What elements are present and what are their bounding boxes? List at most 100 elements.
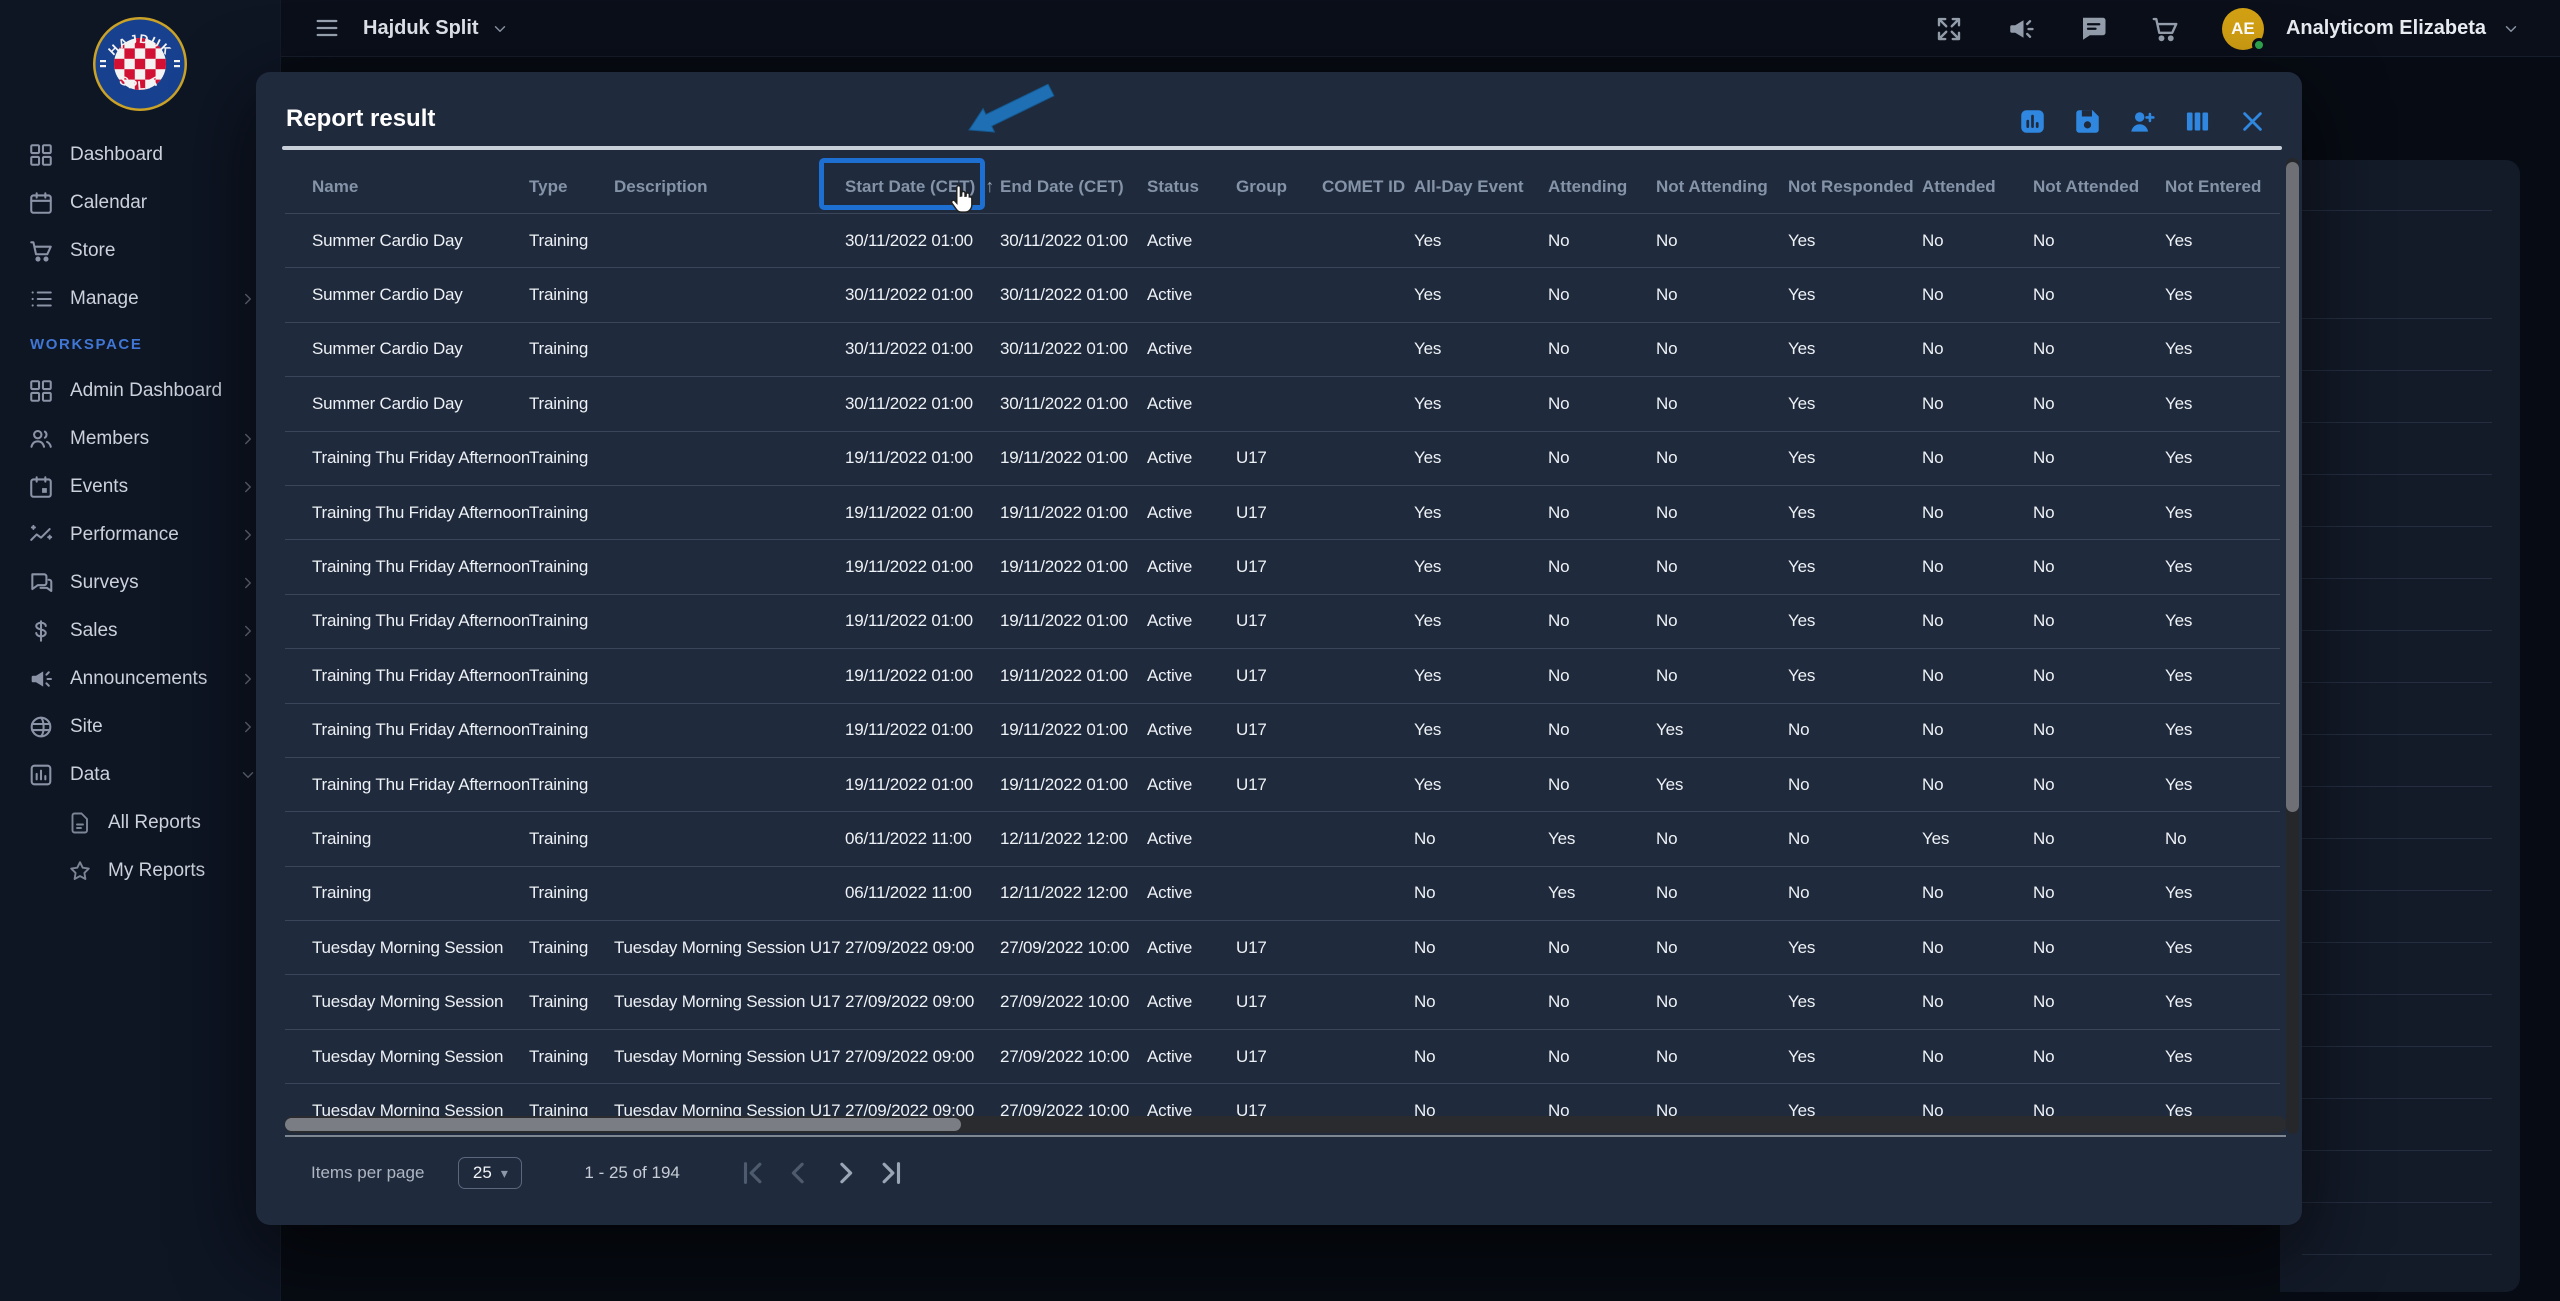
chevron-right-icon — [239, 718, 257, 736]
table-cell: Training — [529, 557, 614, 577]
columns-button[interactable] — [2184, 108, 2211, 135]
column-header-comet-id[interactable]: COMET ID — [1322, 177, 1414, 197]
table-row[interactable]: Training Thu Friday AfternoonTraining19/… — [285, 757, 2280, 811]
menu-icon[interactable] — [313, 14, 341, 42]
last-page-button[interactable] — [876, 1158, 906, 1188]
column-header-attending[interactable]: Attending — [1548, 177, 1656, 197]
table-cell: Yes — [1656, 720, 1788, 740]
table-header-row: NameTypeDescriptionStart Date (CET)↑End … — [285, 160, 2280, 213]
user-avatar[interactable]: AE — [2222, 8, 2264, 50]
column-header-start-date-cet-[interactable]: Start Date (CET)↑ — [845, 176, 1000, 197]
megaphone-icon[interactable] — [2006, 14, 2036, 44]
table-row[interactable]: Training Thu Friday AfternoonTraining19/… — [285, 648, 2280, 702]
sidebar-item-manage[interactable]: Manage — [0, 275, 281, 323]
user-menu[interactable]: Analyticom Elizabeta — [2286, 17, 2486, 40]
sidebar-item-announcements[interactable]: Announcements — [0, 655, 281, 703]
table-cell: Yes — [1414, 339, 1548, 359]
table-cell: 19/11/2022 01:00 — [845, 557, 1000, 577]
table-row[interactable]: Summer Cardio DayTraining30/11/2022 01:0… — [285, 267, 2280, 321]
vertical-scrollbar[interactable] — [2286, 158, 2299, 1134]
table-row[interactable]: Tuesday Morning SessionTrainingTuesday M… — [285, 974, 2280, 1028]
close-button[interactable] — [2239, 108, 2266, 135]
table-row[interactable]: Tuesday Morning SessionTrainingTuesday M… — [285, 920, 2280, 974]
table-cell: No — [1922, 1047, 2033, 1067]
table-cell: Yes — [2165, 231, 2280, 251]
column-header-end-date-cet-[interactable]: End Date (CET) — [1000, 177, 1147, 197]
table-row[interactable]: Training Thu Friday AfternoonTraining19/… — [285, 703, 2280, 757]
table-row[interactable]: TrainingTraining06/11/2022 11:0012/11/20… — [285, 811, 2280, 865]
table-cell: Training — [529, 720, 614, 740]
first-page-button[interactable] — [738, 1158, 768, 1188]
column-header-attended[interactable]: Attended — [1922, 177, 2033, 197]
table-cell: Yes — [1788, 666, 1922, 686]
next-page-button[interactable] — [830, 1158, 860, 1188]
vertical-scrollbar-thumb[interactable] — [2286, 162, 2299, 812]
table-row[interactable]: Tuesday Morning SessionTrainingTuesday M… — [285, 1029, 2280, 1083]
sidebar-item-sales[interactable]: Sales — [0, 607, 281, 655]
column-header-status[interactable]: Status — [1147, 177, 1236, 197]
sidebar-item-site[interactable]: Site — [0, 703, 281, 751]
save-button[interactable] — [2074, 108, 2101, 135]
table-cell: 19/11/2022 01:00 — [1000, 503, 1147, 523]
sidebar-item-performance[interactable]: Performance — [0, 511, 281, 559]
sidebar-item-members[interactable]: Members — [0, 415, 281, 463]
sidebar-workspace-nav: Admin DashboardMembersEventsPerformanceS… — [0, 367, 281, 799]
column-header-not-responded[interactable]: Not Responded — [1788, 177, 1922, 197]
table-cell: 30/11/2022 01:00 — [845, 285, 1000, 305]
table-cell: 27/09/2022 09:00 — [845, 938, 1000, 958]
sidebar-item-store[interactable]: Store — [0, 227, 281, 275]
table-row[interactable]: Summer Cardio DayTraining30/11/2022 01:0… — [285, 376, 2280, 430]
column-header-not-entered[interactable]: Not Entered — [2165, 177, 2280, 197]
column-header-not-attended[interactable]: Not Attended — [2033, 177, 2165, 197]
table-row[interactable]: Tuesday Morning SessionTrainingTuesday M… — [285, 1083, 2280, 1116]
table-row[interactable]: Summer Cardio DayTraining30/11/2022 01:0… — [285, 322, 2280, 376]
chart-button[interactable] — [2019, 108, 2046, 135]
sidebar-item-label: Sales — [70, 620, 118, 642]
column-header-all-day-event[interactable]: All-Day Event — [1414, 177, 1548, 197]
club-selector[interactable]: Hajduk Split — [363, 0, 509, 57]
previous-page-button[interactable] — [784, 1158, 814, 1188]
table-cell: U17 — [1236, 666, 1322, 686]
column-header-name[interactable]: Name — [285, 177, 529, 197]
column-header-type[interactable]: Type — [529, 177, 614, 197]
sidebar-item-all-reports[interactable]: All Reports — [0, 799, 281, 847]
table-cell: Training — [529, 775, 614, 795]
table-cell: Yes — [1414, 720, 1548, 740]
table-cell: No — [2033, 339, 2165, 359]
page-size-select[interactable]: 25 ▾ — [458, 1157, 522, 1189]
horizontal-scrollbar-thumb[interactable] — [285, 1118, 961, 1131]
cart-icon[interactable] — [2150, 14, 2180, 44]
sidebar-item-events[interactable]: Events — [0, 463, 281, 511]
workspace-section-label: WORKSPACE — [30, 336, 142, 353]
table-row[interactable]: TrainingTraining06/11/2022 11:0012/11/20… — [285, 866, 2280, 920]
sidebar-item-my-reports[interactable]: My Reports — [0, 847, 281, 895]
sidebar-item-dashboard[interactable]: Dashboard — [0, 131, 281, 179]
background-row-divider — [2302, 526, 2492, 527]
table-row[interactable]: Training Thu Friday AfternoonTraining19/… — [285, 431, 2280, 485]
chat-icon[interactable] — [2078, 14, 2108, 44]
club-logo[interactable]: HAJDUK SPLIT — [92, 16, 188, 112]
add-person-button[interactable] — [2129, 108, 2156, 135]
background-row-divider — [2302, 838, 2492, 839]
background-row-divider — [2302, 1202, 2492, 1203]
table-cell: No — [1922, 285, 2033, 305]
table-cell: Training Thu Friday Afternoon — [285, 448, 529, 468]
column-header-description[interactable]: Description — [614, 177, 845, 197]
fullscreen-icon[interactable] — [1934, 14, 1964, 44]
sidebar-item-label: Manage — [70, 288, 139, 310]
table-row[interactable]: Training Thu Friday AfternoonTraining19/… — [285, 539, 2280, 593]
globe-icon — [28, 714, 54, 740]
sidebar-item-data[interactable]: Data — [0, 751, 281, 799]
sidebar-item-calendar[interactable]: Calendar — [0, 179, 281, 227]
table-cell: No — [2033, 394, 2165, 414]
column-header-not-attending[interactable]: Not Attending — [1656, 177, 1788, 197]
table-row[interactable]: Summer Cardio DayTraining30/11/2022 01:0… — [285, 213, 2280, 267]
background-row-divider — [2302, 578, 2492, 579]
sidebar-item-surveys[interactable]: Surveys — [0, 559, 281, 607]
column-header-group[interactable]: Group — [1236, 177, 1322, 197]
table-row[interactable]: Training Thu Friday AfternoonTraining19/… — [285, 485, 2280, 539]
table-row[interactable]: Training Thu Friday AfternoonTraining19/… — [285, 594, 2280, 648]
sidebar-item-admin-dashboard[interactable]: Admin Dashboard — [0, 367, 281, 415]
table-cell: No — [1922, 394, 2033, 414]
horizontal-scrollbar[interactable] — [285, 1116, 2286, 1133]
